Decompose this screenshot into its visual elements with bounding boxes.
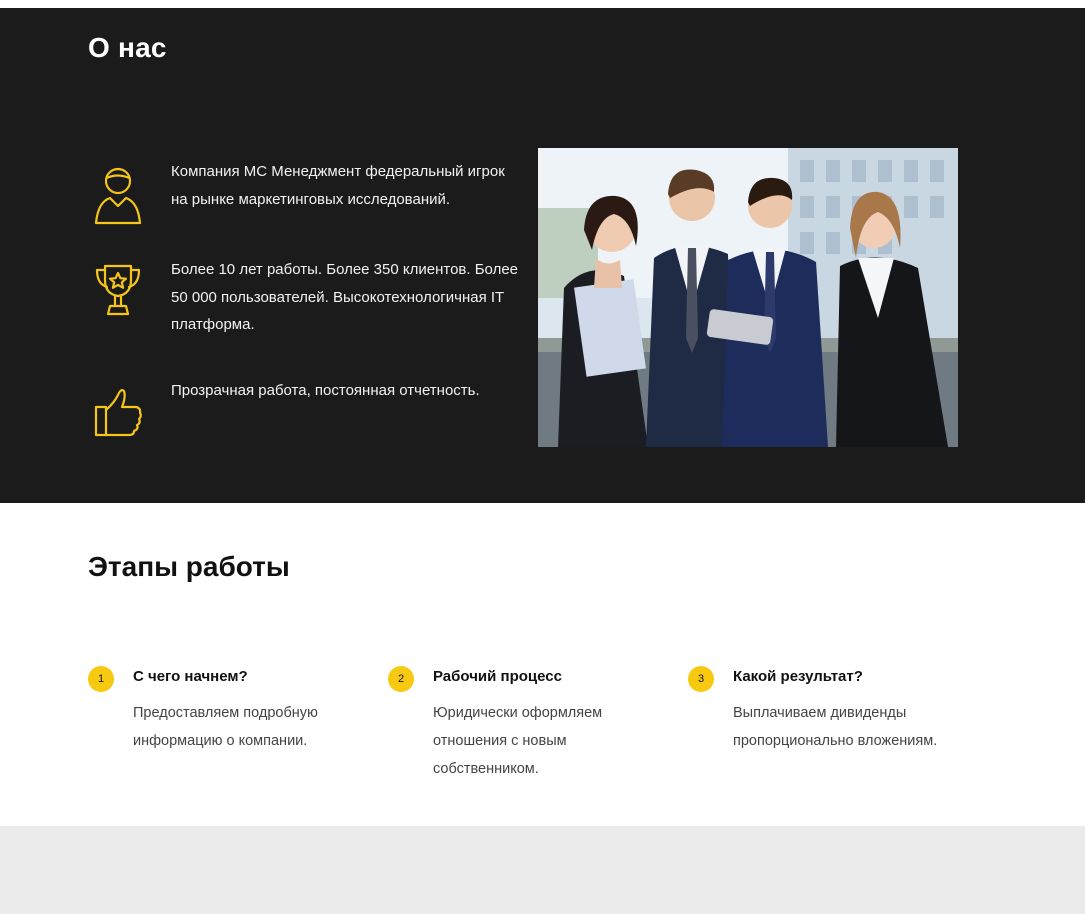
stages-section: Этапы работы 1 С чего начнем? Предоставл… [0, 503, 1085, 826]
step-title: С чего начнем? [133, 668, 248, 685]
step-text: Предоставляем подробную информацию о ком… [133, 705, 318, 749]
step-title: Какой результат? [733, 668, 863, 685]
step-text: Юридически оформляем отношения с новым с… [433, 705, 603, 777]
team-photo [538, 148, 958, 447]
footer-band [0, 826, 1085, 914]
user-icon [88, 164, 150, 226]
thumbs-up-icon [88, 383, 150, 445]
team-photo-image [538, 148, 958, 447]
trophy-icon [88, 260, 150, 322]
step-text: Выплачиваем дивиденды пропорционально вл… [733, 705, 938, 749]
feature-text: Прозрачная работа, постоянная отчетность… [171, 382, 480, 399]
step-title: Рабочий процесс [433, 668, 562, 685]
about-section: О нас Компания МС Менеджмент федеральный… [0, 8, 1085, 503]
step-number-badge: 2 [388, 666, 414, 692]
step-number-badge: 3 [688, 666, 714, 692]
stages-title: Этапы работы [88, 551, 290, 582]
about-title: О нас [88, 32, 167, 63]
feature-text: Более 10 лет работы. Более 350 клиентов.… [171, 261, 519, 333]
step-number-badge: 1 [88, 666, 114, 692]
feature-text: Компания МС Менеджмент федеральный игрок… [171, 163, 505, 208]
top-strip [0, 0, 1085, 8]
